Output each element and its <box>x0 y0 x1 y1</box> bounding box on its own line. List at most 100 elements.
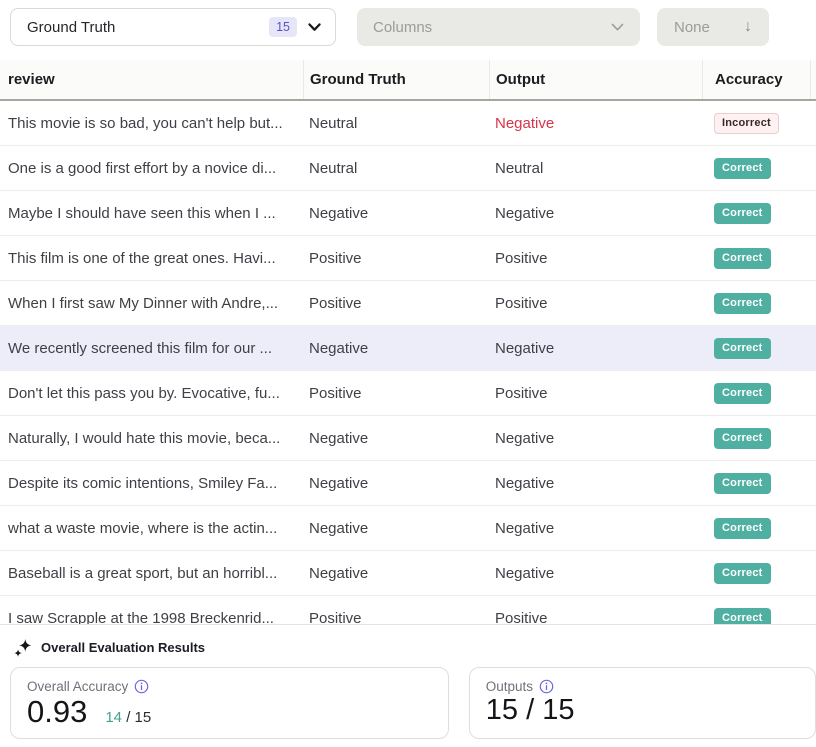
accuracy-cell: Correct <box>702 428 816 449</box>
ground-truth-cell: Positive <box>303 250 489 267</box>
output-cell: Negative <box>489 115 702 132</box>
review-cell: Don't let this pass you by. Evocative, f… <box>0 385 303 402</box>
accuracy-status-badge: Correct <box>714 248 771 269</box>
ground-truth-cell: Negative <box>303 565 489 582</box>
info-icon[interactable] <box>134 679 149 694</box>
accuracy-cell: Incorrect <box>702 113 816 134</box>
column-header-ground-truth[interactable]: Ground Truth <box>303 60 489 99</box>
ground-truth-cell: Negative <box>303 340 489 357</box>
table-row[interactable]: Naturally, I would hate this movie, beca… <box>0 416 816 461</box>
overall-accuracy-score: 0.93 <box>27 694 87 730</box>
table-row[interactable]: Baseball is a great sport, but an horrib… <box>0 551 816 596</box>
toolbar: Ground Truth 15 Columns None ↓ <box>0 0 816 60</box>
column-header-output[interactable]: Output <box>489 60 702 99</box>
review-cell: I saw Scrapple at the 1998 Breckenrid... <box>0 610 303 625</box>
table-row[interactable]: This movie is so bad, you can't help but… <box>0 101 816 146</box>
table-row[interactable]: One is a good first effort by a novice d… <box>0 146 816 191</box>
accuracy-fraction: 14 / 15 <box>105 709 151 726</box>
review-cell: Baseball is a great sport, but an horrib… <box>0 565 303 582</box>
output-cell: Negative <box>489 205 702 222</box>
table-row[interactable]: Despite its comic intentions, Smiley Fa.… <box>0 461 816 506</box>
header-gutter <box>810 60 816 99</box>
ground-truth-cell: Neutral <box>303 115 489 132</box>
table-row[interactable]: This film is one of the great ones. Havi… <box>0 236 816 281</box>
accuracy-status-badge: Correct <box>714 203 771 224</box>
accuracy-cell: Correct <box>702 248 816 269</box>
overall-accuracy-card: Overall Accuracy 0.93 14 / 15 <box>10 667 449 739</box>
ground-truth-cell: Positive <box>303 385 489 402</box>
ground-truth-cell: Negative <box>303 475 489 492</box>
review-cell: One is a good first effort by a novice d… <box>0 160 303 177</box>
info-icon[interactable] <box>539 679 554 694</box>
ground-truth-cell: Negative <box>303 205 489 222</box>
accuracy-fraction-numerator: 14 <box>105 709 122 726</box>
table-row[interactable]: Don't let this pass you by. Evocative, f… <box>0 371 816 416</box>
review-cell: This film is one of the great ones. Havi… <box>0 250 303 267</box>
ground-truth-cell: Positive <box>303 610 489 625</box>
output-cell: Neutral <box>489 160 702 177</box>
accuracy-cell: Correct <box>702 518 816 539</box>
output-cell: Negative <box>489 430 702 447</box>
accuracy-status-badge: Correct <box>714 518 771 539</box>
table-row[interactable]: When I first saw My Dinner with Andre,..… <box>0 281 816 326</box>
sort-order-label: None <box>674 19 710 36</box>
accuracy-status-badge: Correct <box>714 293 771 314</box>
output-cell: Positive <box>489 250 702 267</box>
columns-select[interactable]: Columns <box>357 8 640 46</box>
table-row[interactable]: I saw Scrapple at the 1998 Breckenrid...… <box>0 596 816 624</box>
ground-truth-cell: Positive <box>303 295 489 312</box>
columns-select-placeholder: Columns <box>373 19 432 36</box>
ground-truth-cell: Neutral <box>303 160 489 177</box>
row-count-badge: 15 <box>269 17 297 38</box>
table-header-row: review Ground Truth Output Accuracy <box>0 60 816 101</box>
overall-results-title: Overall Evaluation Results <box>41 640 205 655</box>
review-cell: We recently screened this film for our .… <box>0 340 303 357</box>
table-row[interactable]: Maybe I should have seen this when I ...… <box>0 191 816 236</box>
overall-results-panel: Overall Evaluation Results Overall Accur… <box>0 624 816 746</box>
accuracy-status-badge: Correct <box>714 563 771 584</box>
ground-truth-cell: Negative <box>303 520 489 537</box>
accuracy-cell: Correct <box>702 563 816 584</box>
output-cell: Negative <box>489 475 702 492</box>
sparkles-icon <box>14 638 32 657</box>
ground-truth-select-label: Ground Truth <box>27 19 115 36</box>
output-cell: Negative <box>489 340 702 357</box>
table-row[interactable]: We recently screened this film for our .… <box>0 326 816 371</box>
accuracy-status-badge: Correct <box>714 383 771 404</box>
review-cell: Despite its comic intentions, Smiley Fa.… <box>0 475 303 492</box>
output-cell: Positive <box>489 610 702 625</box>
review-cell: This movie is so bad, you can't help but… <box>0 115 303 132</box>
accuracy-status-badge: Correct <box>714 338 771 359</box>
accuracy-cell: Correct <box>702 338 816 359</box>
overall-results-header: Overall Evaluation Results <box>14 638 816 657</box>
accuracy-status-badge: Correct <box>714 428 771 449</box>
sort-order-button[interactable]: None ↓ <box>657 8 769 46</box>
review-cell: Maybe I should have seen this when I ... <box>0 205 303 222</box>
output-cell: Positive <box>489 385 702 402</box>
accuracy-status-badge: Incorrect <box>714 113 779 134</box>
outputs-value: 15 / 15 <box>486 694 575 727</box>
accuracy-cell: Correct <box>702 383 816 404</box>
arrow-down-icon: ↓ <box>744 19 752 35</box>
accuracy-status-badge: Correct <box>714 608 771 625</box>
output-cell: Positive <box>489 295 702 312</box>
review-cell: Naturally, I would hate this movie, beca… <box>0 430 303 447</box>
accuracy-status-badge: Correct <box>714 473 771 494</box>
ground-truth-column-select[interactable]: Ground Truth 15 <box>10 8 336 46</box>
results-cards: Overall Accuracy 0.93 14 / 15 Outputs 15… <box>10 667 816 739</box>
outputs-card: Outputs 15 / 15 <box>469 667 816 739</box>
accuracy-status-badge: Correct <box>714 158 771 179</box>
ground-truth-cell: Negative <box>303 430 489 447</box>
table-row[interactable]: what a waste movie, where is the actin..… <box>0 506 816 551</box>
accuracy-fraction-denominator: / 15 <box>126 709 151 726</box>
accuracy-cell: Correct <box>702 473 816 494</box>
table-body: This movie is so bad, you can't help but… <box>0 101 816 624</box>
column-header-review[interactable]: review <box>0 60 303 99</box>
accuracy-cell: Correct <box>702 608 816 625</box>
column-header-accuracy[interactable]: Accuracy <box>702 60 810 99</box>
outputs-label: Outputs <box>486 679 533 694</box>
review-cell: what a waste movie, where is the actin..… <box>0 520 303 537</box>
review-cell: When I first saw My Dinner with Andre,..… <box>0 295 303 312</box>
accuracy-cell: Correct <box>702 158 816 179</box>
output-cell: Negative <box>489 520 702 537</box>
